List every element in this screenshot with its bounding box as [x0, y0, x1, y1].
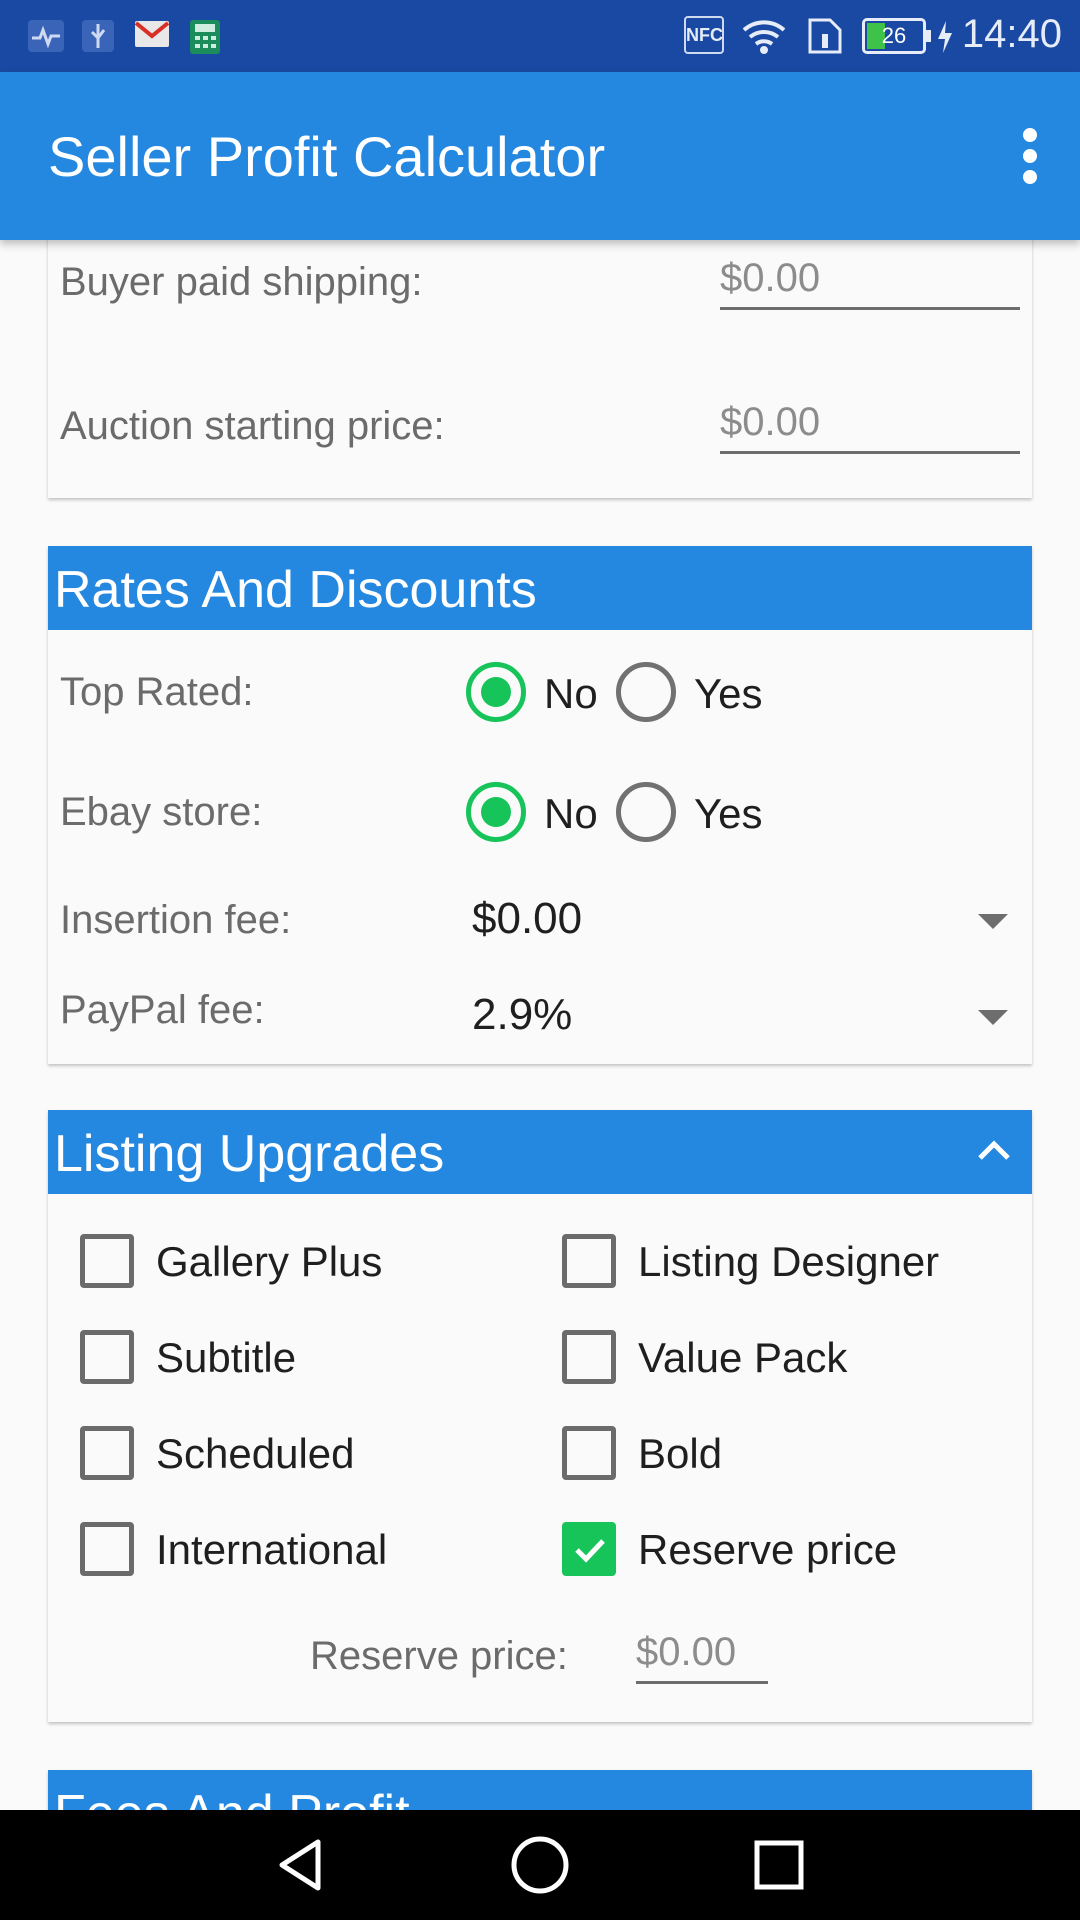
top-rated-yes-radio[interactable] [616, 662, 676, 722]
rates-card: Rates And Discounts Top Rated: No Yes Eb… [48, 546, 1032, 1064]
auction-start-input[interactable]: $0.00 [720, 400, 1020, 454]
app-bar: Seller Profit Calculator [0, 72, 1080, 240]
rates-header-title: Rates And Discounts [54, 561, 537, 619]
ebay-store-no-label[interactable]: No [544, 790, 598, 838]
top-rated-no-label[interactable]: No [544, 670, 598, 718]
gmail-icon [134, 18, 170, 55]
bold-label[interactable]: Bold [638, 1430, 722, 1478]
buyer-paid-shipping-label: Buyer paid shipping: [60, 260, 423, 304]
upgrades-header[interactable]: Listing Upgrades [48, 1110, 1032, 1194]
navigation-bar [0, 1810, 1080, 1920]
reserve-price-label: Reserve price: [310, 1634, 568, 1678]
nfc-icon: NFC [684, 16, 724, 54]
bold-checkbox[interactable] [562, 1426, 616, 1480]
reserve-price-checkbox[interactable] [562, 1522, 616, 1576]
home-icon[interactable] [505, 1830, 575, 1900]
paypal-fee-label: PayPal fee: [60, 988, 265, 1032]
paypal-fee-value: 2.9% [472, 990, 573, 1039]
top-rated-yes-label[interactable]: Yes [694, 670, 763, 718]
upgrades-card: Listing Upgrades Gallery Plus Listing De… [48, 1110, 1032, 1722]
dropdown-arrow-icon [978, 914, 1008, 929]
auction-start-label: Auction starting price: [60, 404, 445, 448]
app-title: Seller Profit Calculator [48, 125, 606, 188]
top-rated-no-radio[interactable] [466, 662, 526, 722]
ebay-store-yes-label[interactable]: Yes [694, 790, 763, 838]
shipping-card: Buyer paid shipping: $0.00 Auction start… [48, 240, 1032, 498]
upgrades-header-title: Listing Upgrades [54, 1125, 445, 1183]
gallery-plus-label[interactable]: Gallery Plus [156, 1238, 382, 1286]
paypal-fee-dropdown[interactable]: 2.9% [468, 976, 1028, 1056]
insertion-fee-value: $0.00 [472, 894, 583, 943]
gallery-plus-checkbox[interactable] [80, 1234, 134, 1288]
calculator-icon [188, 18, 222, 61]
fees-header-title: Fees And Profit [54, 1784, 410, 1810]
charging-icon [936, 20, 954, 59]
health-app-icon [26, 18, 66, 59]
more-vert-icon[interactable] [1020, 128, 1040, 184]
scheduled-label[interactable]: Scheduled [156, 1430, 355, 1478]
international-label[interactable]: International [156, 1526, 387, 1574]
subtitle-label[interactable]: Subtitle [156, 1334, 296, 1382]
status-time: 14:40 [961, 12, 1062, 56]
rates-header[interactable]: Rates And Discounts [48, 546, 1032, 630]
recents-icon[interactable] [744, 1830, 814, 1900]
value-pack-checkbox[interactable] [562, 1330, 616, 1384]
battery-level: 26 [881, 23, 907, 48]
reserve-price-checkbox-label[interactable]: Reserve price [638, 1526, 897, 1574]
top-rated-label: Top Rated: [60, 670, 254, 714]
fees-card: Fees And Profit [48, 1770, 1032, 1810]
reserve-price-input[interactable]: $0.00 [636, 1630, 768, 1684]
listing-designer-checkbox[interactable] [562, 1234, 616, 1288]
ebay-store-no-radio[interactable] [466, 782, 526, 842]
content-scroll[interactable]: Buyer paid shipping: $0.00 Auction start… [0, 240, 1080, 1810]
nfc-label: NFC [684, 16, 724, 54]
scheduled-checkbox[interactable] [80, 1426, 134, 1480]
usb-icon [80, 18, 116, 59]
battery-icon: 26 [862, 18, 931, 54]
status-bar: NFC 26 14:40 [0, 0, 1080, 72]
international-checkbox[interactable] [80, 1522, 134, 1576]
screen: NFC 26 14:40 Seller Profit Calculator Bu… [0, 0, 1080, 1920]
insertion-fee-dropdown[interactable]: $0.00 [468, 880, 1028, 960]
dropdown-arrow-icon [978, 1010, 1008, 1025]
check-icon [575, 1539, 605, 1563]
fees-header[interactable]: Fees And Profit [48, 1770, 1032, 1810]
ebay-store-label: Ebay store: [60, 790, 263, 834]
buyer-paid-shipping-input[interactable]: $0.00 [720, 256, 1020, 310]
ebay-store-yes-radio[interactable] [616, 782, 676, 842]
insertion-fee-label: Insertion fee: [60, 898, 292, 942]
wifi-icon [740, 16, 788, 61]
back-icon[interactable] [266, 1830, 336, 1900]
sim-icon [806, 16, 844, 61]
value-pack-label[interactable]: Value Pack [638, 1334, 847, 1382]
listing-designer-label[interactable]: Listing Designer [638, 1238, 939, 1286]
chevron-up-icon[interactable] [974, 1130, 1014, 1170]
subtitle-checkbox[interactable] [80, 1330, 134, 1384]
